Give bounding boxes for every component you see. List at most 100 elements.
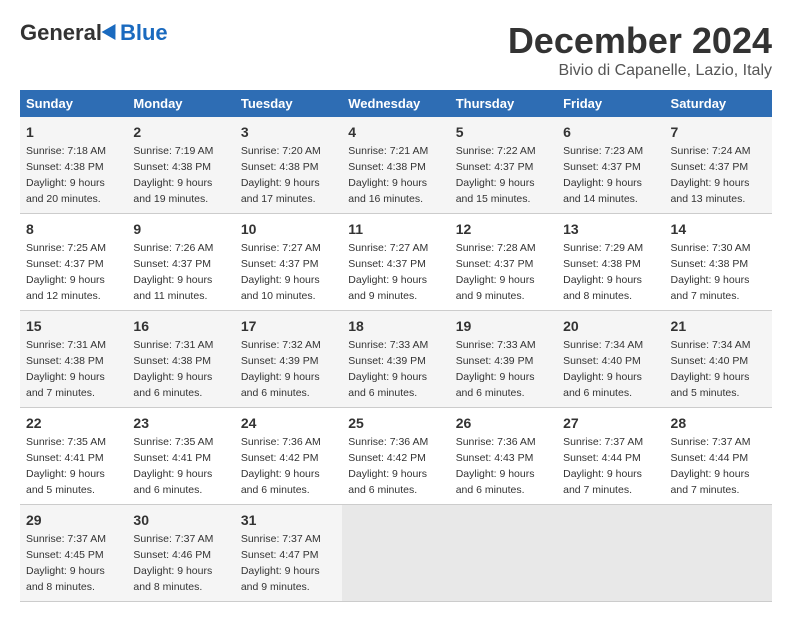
- day-sunrise: Sunrise: 7:33 AMSunset: 4:39 PMDaylight:…: [348, 339, 428, 399]
- day-number: 17: [241, 316, 336, 336]
- calendar-cell: 1 Sunrise: 7:18 AMSunset: 4:38 PMDayligh…: [20, 117, 127, 214]
- day-number: 11: [348, 219, 443, 239]
- day-number: 23: [133, 413, 228, 433]
- day-number: 24: [241, 413, 336, 433]
- calendar-cell: 27 Sunrise: 7:37 AMSunset: 4:44 PMDaylig…: [557, 408, 664, 505]
- day-number: 21: [671, 316, 766, 336]
- day-number: 5: [456, 122, 551, 142]
- day-sunrise: Sunrise: 7:30 AMSunset: 4:38 PMDaylight:…: [671, 242, 751, 302]
- day-sunrise: Sunrise: 7:35 AMSunset: 4:41 PMDaylight:…: [133, 436, 213, 496]
- calendar-cell: 29 Sunrise: 7:37 AMSunset: 4:45 PMDaylig…: [20, 505, 127, 602]
- day-sunrise: Sunrise: 7:37 AMSunset: 4:45 PMDaylight:…: [26, 533, 106, 593]
- calendar-cell: 10 Sunrise: 7:27 AMSunset: 4:37 PMDaylig…: [235, 214, 342, 311]
- calendar-cell: 24 Sunrise: 7:36 AMSunset: 4:42 PMDaylig…: [235, 408, 342, 505]
- day-sunrise: Sunrise: 7:37 AMSunset: 4:44 PMDaylight:…: [671, 436, 751, 496]
- day-sunrise: Sunrise: 7:36 AMSunset: 4:43 PMDaylight:…: [456, 436, 536, 496]
- header-tuesday: Tuesday: [235, 90, 342, 117]
- calendar-cell: 15 Sunrise: 7:31 AMSunset: 4:38 PMDaylig…: [20, 311, 127, 408]
- calendar-cell: 14 Sunrise: 7:30 AMSunset: 4:38 PMDaylig…: [665, 214, 772, 311]
- calendar-cell: 21 Sunrise: 7:34 AMSunset: 4:40 PMDaylig…: [665, 311, 772, 408]
- page-header: General Blue December 2024 Bivio di Capa…: [20, 20, 772, 80]
- calendar-cell: 30 Sunrise: 7:37 AMSunset: 4:46 PMDaylig…: [127, 505, 234, 602]
- calendar-cell: 25 Sunrise: 7:36 AMSunset: 4:42 PMDaylig…: [342, 408, 449, 505]
- day-sunrise: Sunrise: 7:32 AMSunset: 4:39 PMDaylight:…: [241, 339, 321, 399]
- day-sunrise: Sunrise: 7:18 AMSunset: 4:38 PMDaylight:…: [26, 145, 106, 205]
- calendar-cell: 16 Sunrise: 7:31 AMSunset: 4:38 PMDaylig…: [127, 311, 234, 408]
- day-sunrise: Sunrise: 7:31 AMSunset: 4:38 PMDaylight:…: [26, 339, 106, 399]
- day-sunrise: Sunrise: 7:37 AMSunset: 4:47 PMDaylight:…: [241, 533, 321, 593]
- day-sunrise: Sunrise: 7:34 AMSunset: 4:40 PMDaylight:…: [671, 339, 751, 399]
- calendar-week-5: 29 Sunrise: 7:37 AMSunset: 4:45 PMDaylig…: [20, 505, 772, 602]
- calendar-cell: 6 Sunrise: 7:23 AMSunset: 4:37 PMDayligh…: [557, 117, 664, 214]
- calendar-cell: 12 Sunrise: 7:28 AMSunset: 4:37 PMDaylig…: [450, 214, 557, 311]
- day-sunrise: Sunrise: 7:37 AMSunset: 4:44 PMDaylight:…: [563, 436, 643, 496]
- title-section: December 2024 Bivio di Capanelle, Lazio,…: [508, 20, 772, 80]
- calendar-cell: 26 Sunrise: 7:36 AMSunset: 4:43 PMDaylig…: [450, 408, 557, 505]
- day-number: 20: [563, 316, 658, 336]
- calendar-cell: 7 Sunrise: 7:24 AMSunset: 4:37 PMDayligh…: [665, 117, 772, 214]
- day-number: 25: [348, 413, 443, 433]
- day-number: 14: [671, 219, 766, 239]
- calendar-cell: 5 Sunrise: 7:22 AMSunset: 4:37 PMDayligh…: [450, 117, 557, 214]
- calendar-cell: [450, 505, 557, 602]
- calendar-cell: 31 Sunrise: 7:37 AMSunset: 4:47 PMDaylig…: [235, 505, 342, 602]
- calendar-week-3: 15 Sunrise: 7:31 AMSunset: 4:38 PMDaylig…: [20, 311, 772, 408]
- header-sunday: Sunday: [20, 90, 127, 117]
- day-sunrise: Sunrise: 7:24 AMSunset: 4:37 PMDaylight:…: [671, 145, 751, 205]
- calendar-cell: 22 Sunrise: 7:35 AMSunset: 4:41 PMDaylig…: [20, 408, 127, 505]
- calendar-header: Sunday Monday Tuesday Wednesday Thursday…: [20, 90, 772, 117]
- day-number: 7: [671, 122, 766, 142]
- day-sunrise: Sunrise: 7:21 AMSunset: 4:38 PMDaylight:…: [348, 145, 428, 205]
- header-wednesday: Wednesday: [342, 90, 449, 117]
- day-sunrise: Sunrise: 7:23 AMSunset: 4:37 PMDaylight:…: [563, 145, 643, 205]
- day-number: 15: [26, 316, 121, 336]
- calendar-cell: 2 Sunrise: 7:19 AMSunset: 4:38 PMDayligh…: [127, 117, 234, 214]
- day-sunrise: Sunrise: 7:34 AMSunset: 4:40 PMDaylight:…: [563, 339, 643, 399]
- header-thursday: Thursday: [450, 90, 557, 117]
- day-number: 1: [26, 122, 121, 142]
- day-number: 10: [241, 219, 336, 239]
- calendar-week-1: 1 Sunrise: 7:18 AMSunset: 4:38 PMDayligh…: [20, 117, 772, 214]
- calendar-table: Sunday Monday Tuesday Wednesday Thursday…: [20, 90, 772, 602]
- calendar-cell: 9 Sunrise: 7:26 AMSunset: 4:37 PMDayligh…: [127, 214, 234, 311]
- day-sunrise: Sunrise: 7:28 AMSunset: 4:37 PMDaylight:…: [456, 242, 536, 302]
- day-sunrise: Sunrise: 7:26 AMSunset: 4:37 PMDaylight:…: [133, 242, 213, 302]
- day-number: 29: [26, 510, 121, 530]
- day-sunrise: Sunrise: 7:19 AMSunset: 4:38 PMDaylight:…: [133, 145, 213, 205]
- header-friday: Friday: [557, 90, 664, 117]
- day-number: 3: [241, 122, 336, 142]
- day-number: 16: [133, 316, 228, 336]
- calendar-cell: 11 Sunrise: 7:27 AMSunset: 4:37 PMDaylig…: [342, 214, 449, 311]
- day-number: 13: [563, 219, 658, 239]
- calendar-cell: 18 Sunrise: 7:33 AMSunset: 4:39 PMDaylig…: [342, 311, 449, 408]
- calendar-week-2: 8 Sunrise: 7:25 AMSunset: 4:37 PMDayligh…: [20, 214, 772, 311]
- calendar-cell: 19 Sunrise: 7:33 AMSunset: 4:39 PMDaylig…: [450, 311, 557, 408]
- day-number: 2: [133, 122, 228, 142]
- day-number: 18: [348, 316, 443, 336]
- logo: General Blue: [20, 20, 168, 46]
- day-sunrise: Sunrise: 7:22 AMSunset: 4:37 PMDaylight:…: [456, 145, 536, 205]
- logo-blue-text: Blue: [120, 20, 168, 46]
- day-sunrise: Sunrise: 7:20 AMSunset: 4:38 PMDaylight:…: [241, 145, 321, 205]
- day-sunrise: Sunrise: 7:29 AMSunset: 4:38 PMDaylight:…: [563, 242, 643, 302]
- day-sunrise: Sunrise: 7:36 AMSunset: 4:42 PMDaylight:…: [241, 436, 321, 496]
- calendar-cell: 23 Sunrise: 7:35 AMSunset: 4:41 PMDaylig…: [127, 408, 234, 505]
- calendar-cell: 13 Sunrise: 7:29 AMSunset: 4:38 PMDaylig…: [557, 214, 664, 311]
- calendar-cell: [342, 505, 449, 602]
- header-monday: Monday: [127, 90, 234, 117]
- location-text: Bivio di Capanelle, Lazio, Italy: [508, 62, 772, 80]
- calendar-cell: 28 Sunrise: 7:37 AMSunset: 4:44 PMDaylig…: [665, 408, 772, 505]
- day-number: 8: [26, 219, 121, 239]
- day-number: 26: [456, 413, 551, 433]
- header-row: Sunday Monday Tuesday Wednesday Thursday…: [20, 90, 772, 117]
- calendar-week-4: 22 Sunrise: 7:35 AMSunset: 4:41 PMDaylig…: [20, 408, 772, 505]
- day-number: 27: [563, 413, 658, 433]
- day-number: 9: [133, 219, 228, 239]
- header-saturday: Saturday: [665, 90, 772, 117]
- day-number: 19: [456, 316, 551, 336]
- month-title: December 2024: [508, 20, 772, 62]
- day-sunrise: Sunrise: 7:37 AMSunset: 4:46 PMDaylight:…: [133, 533, 213, 593]
- day-number: 30: [133, 510, 228, 530]
- day-number: 28: [671, 413, 766, 433]
- day-number: 22: [26, 413, 121, 433]
